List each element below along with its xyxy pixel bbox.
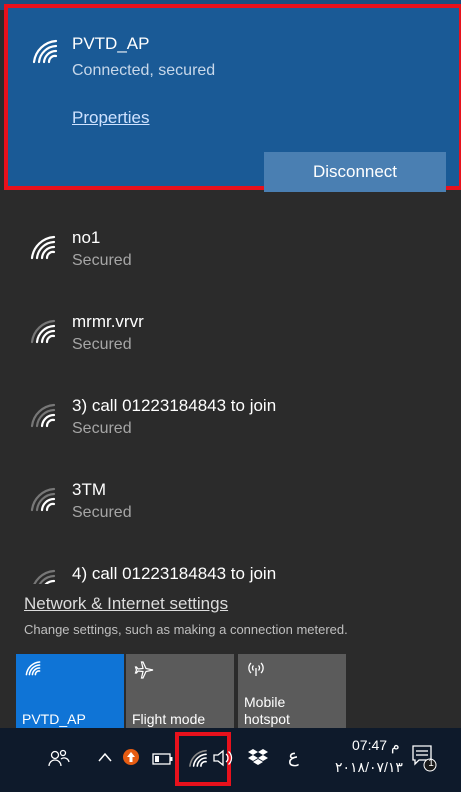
wifi-icon (28, 402, 58, 433)
wifi-tray-icon[interactable] (187, 748, 209, 773)
hotspot-icon (246, 660, 266, 681)
network-settings-description: Change settings, such as making a connec… (24, 622, 348, 637)
wifi-icon (28, 568, 58, 584)
settings-area: Network & Internet settings Change setti… (0, 584, 461, 732)
network-flyout: PVTD_AP Connected, secured Properties Di… (0, 0, 461, 732)
chevron-up-icon[interactable] (97, 750, 113, 769)
flight-tile-label: Flight mode (132, 711, 206, 727)
connected-network-panel[interactable]: PVTD_AP Connected, secured Properties Di… (4, 4, 461, 192)
network-settings-link[interactable]: Network & Internet settings (24, 594, 228, 614)
network-status: Secured (72, 336, 132, 353)
wifi-tile-label: PVTD_AP (22, 711, 86, 727)
connected-network-name: PVTD_AP (72, 34, 150, 53)
wifi-icon (24, 660, 42, 679)
update-arrow-icon[interactable] (122, 748, 140, 771)
properties-link[interactable]: Properties (72, 108, 149, 128)
airplane-icon (134, 660, 154, 683)
disconnect-button[interactable]: Disconnect (264, 152, 446, 192)
wifi-toggle-tile[interactable]: PVTD_AP (16, 654, 124, 732)
network-name: 4) call 01223184843 to join (72, 564, 277, 583)
volume-icon[interactable] (212, 748, 234, 773)
wifi-icon (28, 234, 58, 265)
clock-date[interactable]: ٢٠١٨/٠٧/١٣ (335, 759, 403, 776)
hotspot-label-line2: hotspot (244, 711, 290, 727)
dropbox-icon[interactable] (248, 748, 268, 771)
taskbar: ع 07:47 م ٢٠١٨/٠٧/١٣ 1 (0, 728, 461, 792)
mobile-hotspot-tile[interactable]: Mobile hotspot (238, 654, 346, 732)
battery-icon[interactable] (152, 752, 174, 770)
flight-mode-tile[interactable]: Flight mode (126, 654, 234, 732)
hotspot-tile-label: Mobile hotspot (244, 694, 290, 728)
wifi-icon (28, 318, 58, 349)
network-status: Secured (72, 504, 132, 521)
hotspot-label-line1: Mobile (244, 694, 286, 710)
network-item-no1[interactable]: no1 Secured (0, 222, 461, 300)
wifi-icon (28, 486, 58, 517)
people-icon[interactable] (48, 748, 70, 773)
network-item-call-4[interactable]: 4) call 01223184843 to join (0, 558, 461, 584)
network-item-3tm[interactable]: 3TM Secured (0, 474, 461, 552)
network-item-call-3[interactable]: 3) call 01223184843 to join Secured (0, 390, 461, 468)
notification-count: 1 (428, 758, 434, 769)
clock-time[interactable]: 07:47 م (352, 737, 400, 754)
input-language[interactable]: ع (288, 746, 299, 767)
network-status: Secured (72, 420, 132, 437)
network-name: no1 (72, 228, 101, 247)
network-name: 3TM (72, 480, 106, 499)
network-name: 3) call 01223184843 to join (72, 396, 277, 415)
connected-network-status: Connected, secured (72, 62, 216, 79)
network-name: mrmr.vrvr (72, 312, 144, 331)
network-status: Secured (72, 252, 132, 269)
wifi-icon (30, 38, 60, 64)
network-item-mrmr[interactable]: mrmr.vrvr Secured (0, 306, 461, 384)
